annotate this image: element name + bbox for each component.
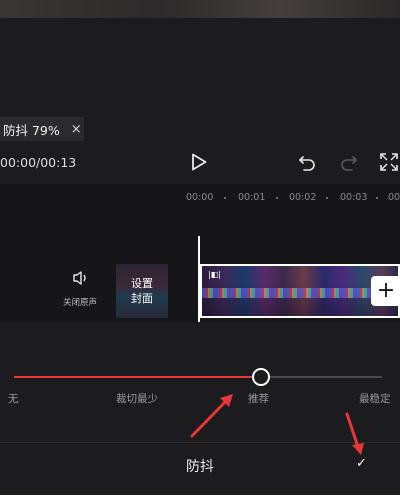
clip-thumbnail-band <box>202 288 398 298</box>
video-preview-area <box>0 18 400 113</box>
ruler-dot <box>224 197 226 199</box>
stabilization-option-most-stable[interactable]: 最稳定 <box>359 391 391 406</box>
bottom-divider <box>0 442 400 443</box>
ruler-dot <box>326 197 328 199</box>
undo-icon[interactable] <box>298 153 316 171</box>
playhead[interactable] <box>198 236 200 322</box>
clip-handle-icon: |◧| <box>208 270 221 279</box>
stabilization-tag-label: 防抖 79% <box>3 122 60 138</box>
stabilization-slider-knob[interactable] <box>251 368 270 386</box>
ruler-dot <box>376 197 378 199</box>
play-icon[interactable] <box>191 153 207 171</box>
video-preview-strip <box>0 0 400 18</box>
panel-title: 防抖 <box>186 459 214 475</box>
mute-original-audio-label[interactable]: 关闭原声 <box>55 296 105 308</box>
fullscreen-icon[interactable] <box>380 153 398 171</box>
stabilization-slider-fill <box>14 376 261 378</box>
ruler-tick: 00:00 <box>186 192 214 203</box>
video-clip[interactable]: |◧| <box>200 264 400 318</box>
add-clip-button[interactable]: + <box>371 276 400 306</box>
cover-label-line1: 设置 <box>131 277 153 290</box>
ruler-tick: 00:01 <box>238 192 266 203</box>
confirm-check-icon[interactable]: ✓ <box>356 456 367 471</box>
redo-icon <box>341 156 357 171</box>
timecode: 00:00/00:13 <box>0 155 77 170</box>
stabilization-tag-close-icon[interactable]: × <box>71 122 82 137</box>
cover-label-line2: 封面 <box>131 292 153 305</box>
ruler-tick: 00:0 <box>388 192 400 203</box>
stabilization-option-min-crop[interactable]: 裁切最少 <box>116 391 158 406</box>
stabilization-tag: 防抖 79% × <box>0 117 84 141</box>
stabilization-option-recommended[interactable]: 推荐 <box>248 391 269 406</box>
stabilization-option-none[interactable]: 无 <box>8 391 19 406</box>
ruler-dot <box>276 197 278 199</box>
set-cover-button[interactable]: 设置 封面 <box>116 264 168 318</box>
speaker-icon[interactable] <box>60 268 100 288</box>
ruler-tick: 00:02 <box>289 192 317 203</box>
ruler-tick: 00:03 <box>340 192 368 203</box>
